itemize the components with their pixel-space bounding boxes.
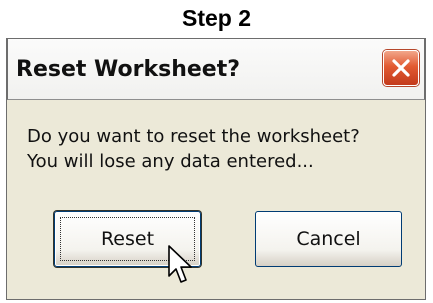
cancel-button[interactable]: Cancel [255,211,402,267]
mouse-pointer-icon [168,245,192,283]
message-line-2: You will lose any data entered... [27,151,314,172]
close-button[interactable] [383,50,419,86]
dialog-message: Do you want to reset the worksheet? You … [27,124,422,174]
message-line-1: Do you want to reset the worksheet? [27,126,360,147]
dialog-title: Reset Worksheet? [16,57,241,82]
step-caption: Step 2 [181,5,252,31]
dialog-titlebar[interactable]: Reset Worksheet? [7,38,425,100]
close-icon [392,59,410,77]
cancel-button-label: Cancel [296,228,361,250]
reset-worksheet-dialog: Reset Worksheet? Do you want to reset th… [6,38,426,300]
